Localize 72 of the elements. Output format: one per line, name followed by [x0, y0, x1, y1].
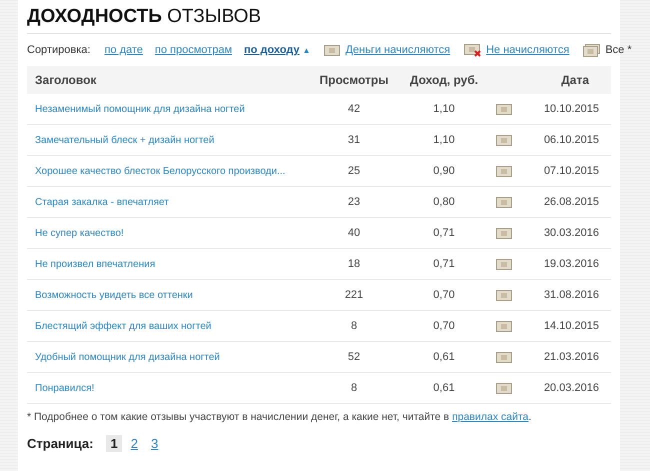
banknote-icon: [496, 258, 512, 270]
column-header: Дата: [489, 66, 611, 94]
view-count: 42: [309, 94, 399, 124]
page-link[interactable]: 1: [106, 434, 122, 452]
banknote-icon: [496, 228, 512, 239]
review-date: 19.03.2016: [519, 248, 611, 280]
filter-link[interactable]: Не начисляются: [486, 44, 570, 56]
filter-label[interactable]: Все *: [605, 44, 632, 56]
income-amount: 0,70: [399, 280, 489, 310]
review-date: 06.10.2015: [519, 124, 611, 156]
sort-link[interactable]: по доходу: [244, 44, 300, 56]
sort-link[interactable]: по просмотрам: [154, 44, 232, 56]
review-date: 14.10.2015: [519, 310, 611, 342]
review-link[interactable]: Хорошее качество блесток Белорусского производи...: [35, 166, 286, 177]
income-amount: 0,71: [399, 248, 489, 280]
review-date: 31.08.2016: [519, 280, 611, 310]
sort-label: Сортировка:: [27, 44, 90, 56]
column-header: Заголовок: [27, 66, 309, 94]
review-date: 26.08.2015: [519, 186, 611, 218]
page-link[interactable]: 3: [146, 434, 162, 452]
page-title: ДОХОДНОСТЬ ОТЗЫВОВ: [27, 6, 611, 34]
view-count: 23: [309, 186, 399, 218]
review-link[interactable]: Незаменимый помощник для дизайна ногтей: [35, 104, 245, 115]
column-header: Просмотры: [309, 66, 399, 94]
review-link[interactable]: Понравился!: [35, 383, 94, 394]
banknote-icon: [496, 382, 512, 394]
view-count: 25: [309, 156, 399, 186]
income-amount: 0,70: [399, 310, 489, 342]
review-date: 30.03.2016: [519, 218, 611, 248]
income-amount: 0,61: [399, 342, 489, 372]
page-label: Страница:: [27, 436, 94, 450]
review-link[interactable]: Не супер качество!: [35, 228, 124, 239]
banknote-icon: [496, 134, 512, 146]
banknote-crossed-icon: [464, 44, 482, 56]
view-count: 40: [309, 218, 399, 248]
sort-link[interactable]: по дате: [104, 44, 143, 56]
sort-arrow: ▲: [302, 46, 310, 54]
view-count: 52: [309, 342, 399, 372]
column-header: Доход, руб.: [399, 66, 489, 94]
banknote-icon: [496, 104, 512, 115]
footnote: * Подробнее о том какие отзывы участвуют в начислении денег, а какие нет, читайте в правилах сайта.: [27, 411, 532, 423]
review-link[interactable]: Старая закалка - впечатляет: [35, 197, 169, 208]
income-amount: 1,10: [399, 124, 489, 156]
income-amount: 0,61: [399, 372, 489, 404]
page-link[interactable]: 2: [126, 434, 142, 452]
review-date: 10.10.2015: [519, 94, 611, 124]
income-amount: 0,71: [399, 218, 489, 248]
banknote-icon: [496, 166, 512, 177]
income-amount: 0,80: [399, 186, 489, 218]
review-link[interactable]: Блестящий эффект для ваших ногтей: [35, 321, 212, 332]
review-link[interactable]: Замечательный блеск + дизайн ногтей: [35, 135, 214, 146]
banknote-icon: [496, 290, 512, 301]
view-count: 31: [309, 124, 399, 156]
review-link[interactable]: Не произвел впечатления: [35, 259, 156, 270]
review-date: 20.03.2016: [519, 372, 611, 404]
income-amount: 0,90: [399, 156, 489, 186]
view-count: 221: [309, 280, 399, 310]
review-link[interactable]: Возможность увидеть все оттенки: [35, 290, 193, 301]
filter-link[interactable]: Деньги начисляются: [345, 44, 450, 56]
rules-link[interactable]: правилах сайта: [452, 411, 528, 423]
banknote-icon: [496, 320, 512, 332]
review-date: 07.10.2015: [519, 156, 611, 186]
view-count: 8: [309, 310, 399, 342]
income-amount: 1,10: [399, 94, 489, 124]
banknote-icon: [496, 352, 512, 363]
banknote-stack-icon: [583, 44, 600, 56]
view-count: 18: [309, 248, 399, 280]
banknote-icon: [496, 196, 512, 208]
review-link[interactable]: Удобный помощник для дизайна ногтей: [35, 352, 220, 363]
banknote-icon: [324, 44, 340, 56]
review-date: 21.03.2016: [519, 342, 611, 372]
view-count: 8: [309, 372, 399, 404]
